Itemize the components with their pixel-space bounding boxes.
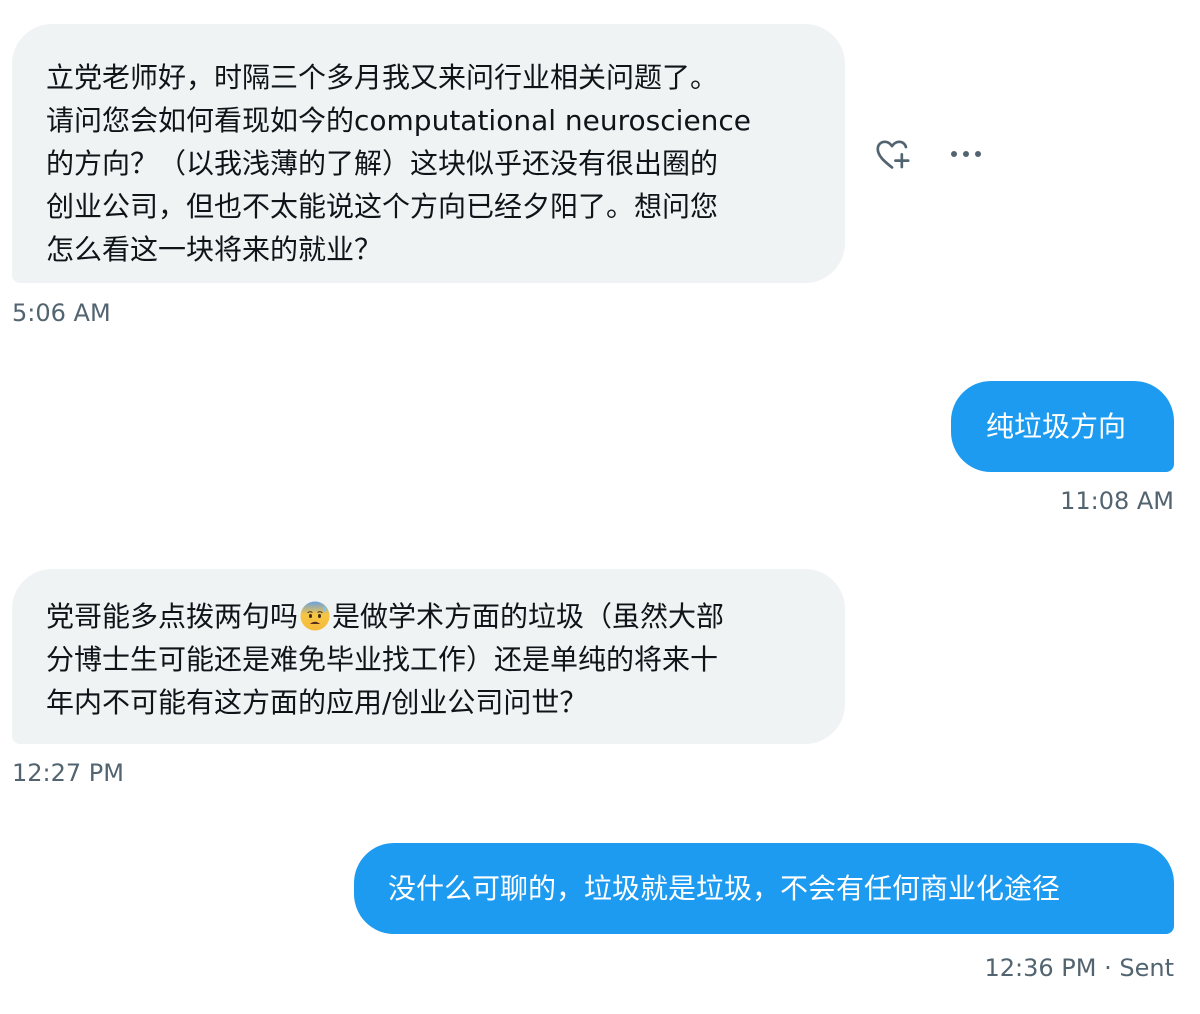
message-bubble-sent[interactable]: 纯垃圾方向: [951, 381, 1174, 472]
message-text-line: 创业公司，但也不太能说这个方向已经夕阳了。想问您: [46, 190, 719, 223]
message-text: 没什么可聊的，垃圾就是垃圾，不会有任何商业化途径: [388, 872, 1061, 905]
message-text-segment: 是做学术方面的垃圾（虽然大部: [332, 600, 725, 633]
message-bubble-sent[interactable]: 没什么可聊的，垃圾就是垃圾，不会有任何商业化途径: [354, 843, 1174, 934]
anxious-face-with-sweat-icon: [300, 601, 330, 631]
message-timestamp: 5:06 AM: [12, 299, 111, 327]
heart-plus-icon: [876, 140, 910, 169]
more-options-button[interactable]: [942, 130, 990, 178]
message-timestamp-status: 12:36 PM · Sent: [984, 954, 1174, 982]
message-bubble-received[interactable]: 立党老师好，时隔三个多月我又来问行业相关问题了。 请问您会如何看现如今的comp…: [12, 24, 845, 283]
message-text-line: 立党老师好，时隔三个多月我又来问行业相关问题了。: [46, 61, 719, 94]
message-text-line: 怎么看这一块将来的就业？: [46, 233, 383, 266]
message-timestamp: 11:08 AM: [1060, 487, 1174, 515]
message-text-line: 的方向？（以我浅薄的了解）这块似乎还没有很出圈的: [46, 147, 719, 180]
message-text-line: 请问您会如何看现如今的computational neuroscience: [46, 104, 752, 137]
message-text-line: 党哥能多点拨两句吗 是做学术方面的垃圾（虽然大部: [46, 595, 811, 638]
react-button[interactable]: [868, 130, 916, 178]
more-horizontal-icon: [951, 151, 981, 157]
message-timestamp: 12:27 PM: [12, 759, 124, 787]
message-text-segment: 党哥能多点拨两句吗: [46, 600, 299, 633]
message-text-line: 分博士生可能还是难免毕业找工作）还是单纯的将来十: [46, 643, 719, 676]
message-text-line: 年内不可能有这方面的应用/创业公司问世？: [46, 686, 588, 719]
message-text: 纯垃圾方向: [986, 410, 1127, 443]
message-bubble-received[interactable]: 党哥能多点拨两句吗 是做学术方面的垃圾（虽然大部 分博士生可能还是难免毕业找工作…: [12, 569, 845, 744]
